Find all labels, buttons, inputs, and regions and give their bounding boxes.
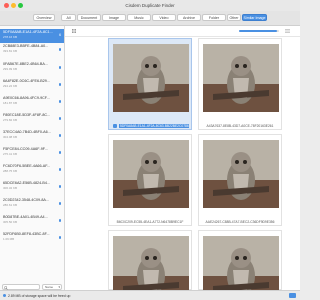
tab-folder[interactable]: Folder — [202, 14, 226, 21]
sidebar-item-name: B0D87BE-4A01-4B49-A4... — [3, 215, 48, 219]
sidebar-item[interactable]: 2CB88E3-BBFE-4B84-A0... 393.81 KB — [0, 43, 64, 57]
checkbox[interactable] — [113, 124, 117, 128]
zoom-slider[interactable] — [239, 30, 279, 32]
image-card[interactable] — [198, 230, 282, 300]
sidebar-item-size: 305.50 KB — [3, 220, 18, 224]
sidebar-item[interactable]: 52FDF6B0-8EF8-43BC-8F... 1.09 MB — [0, 231, 64, 245]
unread-dot-icon — [58, 151, 61, 154]
tab-music[interactable]: Music — [127, 14, 151, 21]
sidebar-item-name: 6A4F82E-0C6C-4FE6-B29... — [3, 79, 50, 83]
sidebar-item-size: 393.81 KB — [3, 49, 18, 53]
unread-dot-icon — [58, 202, 61, 205]
status-text: 2.89 MB of storage space will be freed u… — [8, 293, 71, 298]
sidebar-item-name: 52FDF6B0-8EF8-43BC-8F... — [3, 232, 50, 236]
sidebar-item[interactable]: 65DCE6A2-E56B-4824-B4... 306.32 KB — [0, 180, 64, 194]
window-title: Cisdem Duplicate Finder — [125, 3, 175, 8]
sidebar-item-name: 2C0D2342-3548-4C09-8A... — [3, 198, 49, 202]
unread-dot-icon — [58, 219, 61, 222]
list-view-icon[interactable] — [285, 29, 290, 33]
tab-document[interactable]: Document — [77, 14, 101, 21]
tab-archive[interactable]: Archive — [177, 14, 201, 21]
image-filename: AAE24267-C88B-47A7-BEC2-C36DF9D9E356 — [205, 220, 275, 224]
zoom-slider-fill — [239, 30, 277, 32]
sidebar-item-name: 0FAB67E-8BE2-4B64-BA... — [3, 62, 48, 66]
sidebar-item[interactable]: 2C0D2342-3548-4C09-8A... 286.61 KB — [0, 197, 64, 211]
sidebar-item-size: 294.22 KB — [3, 84, 18, 88]
unread-dot-icon — [58, 168, 61, 171]
sidebar-item-name: 37ECC4A0-7B4D-4BF0-A6... — [3, 130, 51, 134]
owl-photo — [113, 140, 189, 208]
image-card[interactable]: AAE24267-C88B-47A7-BEC2-C36DF9D9E356 — [198, 134, 282, 226]
unread-dot-icon — [58, 236, 61, 239]
grid-view-icon[interactable] — [72, 29, 76, 33]
info-icon — [3, 294, 6, 297]
tab-all[interactable]: All — [61, 14, 76, 21]
sidebar-item-name: A9E0C66-8A96-4FC9-9CF... — [3, 96, 50, 100]
sidebar-item[interactable]: 0FAB67E-8BE2-4B64-BA... 299.99 KB — [0, 61, 64, 75]
sidebar-item[interactable]: F5FCE84-CC09-4A6F-9F... 275.41 KB — [0, 146, 64, 160]
sidebar-item-name: F80EC18E-5D3F-4F8F-8C... — [3, 113, 51, 117]
overview-button[interactable]: Overview — [33, 14, 55, 21]
sidebar-item-size: 1.09 MB — [3, 237, 15, 241]
sidebar-item-name: 2CB88E3-BBFE-4B84-A0... — [3, 44, 49, 48]
tab-image[interactable]: Image — [102, 14, 126, 21]
image-card[interactable] — [108, 230, 192, 300]
sidebar-item-size: 275.41 KB — [3, 152, 18, 156]
tab-similar-image[interactable]: Similar Image — [242, 14, 267, 21]
status-bar: 2.89 MB of storage space will be freed u… — [0, 290, 300, 300]
image-card[interactable]: A43A7637-8E8B-43D7-A0CE-78F20163E261 — [198, 38, 282, 130]
image-filename: A43A7637-8E8B-43D7-A0CE-78F20163E261 — [206, 124, 274, 128]
sidebar-item-count: 6 — [59, 33, 61, 37]
sidebar-item-size: 278.16 KB — [3, 35, 18, 39]
sidebar-item[interactable]: 37ECC4A0-7B4D-4BF0-A6... 304.08 KB — [0, 129, 64, 143]
sidebar-item[interactable]: F80EC18E-5D3F-4F8F-8C... 279.82 KB — [0, 112, 64, 126]
sidebar-item-size: 288.75 KB — [3, 169, 18, 173]
owl-photo — [203, 140, 279, 208]
sidebar-item-name: F5FCE84-CC09-4A6F-9F... — [3, 147, 48, 151]
owl-photo — [203, 44, 279, 112]
preview-grid: 5DF0A8AB-E1A1-4F2A-8C63-BB22BE2C0786 A43… — [65, 26, 300, 300]
sort-label: Name — [45, 285, 54, 289]
unread-dot-icon — [58, 185, 61, 188]
tab-video[interactable]: Video — [152, 14, 176, 21]
sidebar-item[interactable]: 5DF0A8AB-E1A1-4F2A-8C1... 278.16 KB 6 — [0, 29, 64, 43]
image-filename: B6C0C209-EC55-4EA1-A772-N6478B9EC1F — [116, 220, 184, 224]
search-icon — [4, 285, 8, 290]
unread-dot-icon — [58, 48, 61, 51]
image-card[interactable]: B6C0C209-EC55-4EA1-A772-N6478B9EC1F — [108, 134, 192, 226]
unread-dot-icon — [58, 117, 61, 120]
sidebar-item-size: 306.32 KB — [3, 186, 18, 190]
sidebar-item-size: 304.08 KB — [3, 135, 18, 139]
image-filename: 5DF0A8AB-E1A1-4F2A-8C63-BB22BE2C0786 — [119, 124, 189, 128]
sidebar-item-name: 5DF0A8AB-E1A1-4F2A-8C1... — [3, 30, 53, 34]
owl-photo — [113, 44, 189, 112]
sidebar-item[interactable]: B0D87BE-4A01-4B49-A4... 305.50 KB — [0, 214, 64, 228]
tab-other[interactable]: Other — [227, 14, 241, 21]
unread-dot-icon — [58, 66, 61, 69]
sidebar-item-size: 299.99 KB — [3, 67, 18, 71]
duplicate-groups-sidebar: 5DF0A8AB-E1A1-4F2A-8C1... 278.16 KB 6 2C… — [0, 26, 65, 290]
sidebar-item-name: FC6D70F6-5BEE-4A66-AF... — [3, 164, 51, 168]
toolbar: Overview All Document Image Music Video … — [0, 11, 300, 26]
sidebar-item[interactable]: A9E0C66-8A96-4FC9-9CF... 181.87 KB — [0, 95, 64, 109]
sidebar-item[interactable]: FC6D70F6-5BEE-4A66-AF... 288.75 KB — [0, 163, 64, 177]
unread-dot-icon — [58, 100, 61, 103]
sidebar-item[interactable]: 6A4F82E-0C6C-4FE6-B29... 294.22 KB — [0, 78, 64, 92]
sidebar-item-size: 279.82 KB — [3, 118, 18, 122]
sidebar-item-size: 181.87 KB — [3, 101, 18, 105]
remove-button[interactable] — [289, 293, 296, 298]
sidebar-item-size: 286.61 KB — [3, 203, 18, 207]
image-card[interactable]: 5DF0A8AB-E1A1-4F2A-8C63-BB22BE2C0786 — [108, 38, 192, 130]
unread-dot-icon — [58, 83, 61, 86]
grid-header — [65, 26, 300, 37]
sidebar-item-name: 65DCE6A2-E56B-4824-B4... — [3, 181, 50, 185]
unread-dot-icon — [58, 134, 61, 137]
